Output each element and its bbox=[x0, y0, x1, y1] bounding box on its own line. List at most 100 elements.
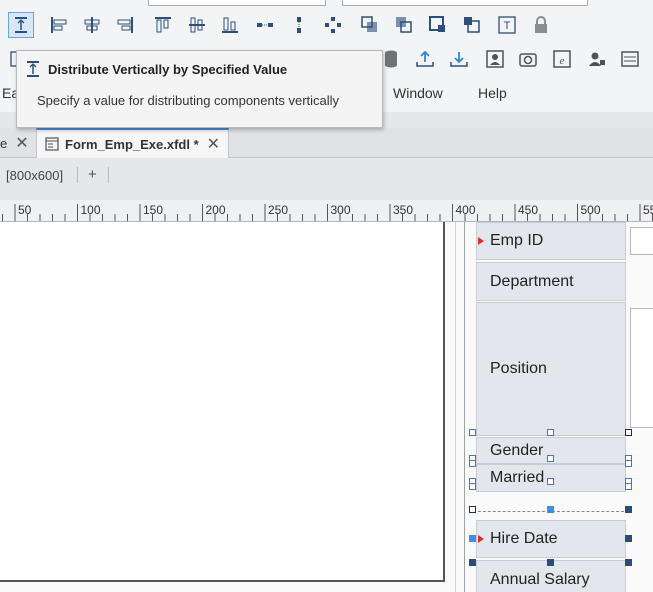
distribute-vertical-icon bbox=[297, 17, 301, 33]
send-backward-button[interactable] bbox=[459, 12, 485, 38]
user-settings-button[interactable] bbox=[584, 46, 610, 72]
toolbar-combo-left[interactable] bbox=[148, 0, 326, 6]
tab-previous[interactable]: e ✕ bbox=[0, 128, 33, 158]
lock-button[interactable] bbox=[528, 12, 554, 38]
selection-handle[interactable] bbox=[469, 460, 476, 467]
selection-handle[interactable] bbox=[625, 506, 632, 513]
ruler-label: 250 bbox=[268, 203, 288, 217]
selection-handle[interactable] bbox=[469, 559, 476, 566]
database-icon bbox=[385, 50, 397, 68]
guide-line bbox=[455, 222, 456, 592]
toolbar-row-1: T bbox=[0, 0, 653, 44]
tooltip-description: Specify a value for distributing compone… bbox=[37, 93, 340, 108]
distribute-vertical-value-icon bbox=[15, 17, 27, 33]
label-hire-date[interactable]: Hire Date bbox=[476, 520, 626, 558]
user-contact-button[interactable] bbox=[482, 46, 508, 72]
user-settings-icon bbox=[589, 52, 605, 66]
selection-handle[interactable] bbox=[547, 455, 554, 462]
bring-to-front-button[interactable] bbox=[357, 12, 383, 38]
download-button[interactable] bbox=[446, 46, 472, 72]
distribute-both-icon bbox=[325, 17, 341, 33]
bring-forward-icon bbox=[429, 16, 445, 32]
user-contact-icon bbox=[486, 50, 504, 68]
selection-handle[interactable] bbox=[469, 429, 476, 436]
label-emp-id[interactable]: Emp ID bbox=[476, 222, 626, 260]
distribute-vertical-button[interactable] bbox=[286, 12, 312, 38]
tab-label: Form_Emp_Exe.xfdl * bbox=[65, 136, 199, 152]
selection-handle[interactable] bbox=[547, 559, 554, 566]
web-browser-button[interactable]: e bbox=[549, 46, 575, 72]
ruler-label: 50 bbox=[18, 203, 32, 217]
align-left-icon bbox=[51, 17, 67, 33]
align-middle-button[interactable] bbox=[184, 12, 210, 38]
align-middle-icon bbox=[189, 17, 205, 33]
selection-handle[interactable] bbox=[547, 429, 554, 436]
field-label-text: Annual Salary bbox=[490, 571, 590, 588]
tab-form-emp-exe[interactable]: Form_Emp_Exe.xfdl * ✕ bbox=[36, 128, 229, 158]
menu-help[interactable]: Help bbox=[478, 85, 507, 101]
text-icon: T bbox=[498, 16, 516, 34]
distribute-horizontal-icon bbox=[257, 23, 273, 27]
align-top-icon bbox=[155, 17, 171, 33]
toolbar-combo-right[interactable] bbox=[342, 0, 588, 6]
web-browser-icon: e bbox=[553, 50, 571, 68]
align-center-horizontal-icon bbox=[84, 17, 100, 33]
camera-button[interactable] bbox=[515, 46, 541, 72]
distribute-vertical-value-button[interactable] bbox=[8, 12, 34, 38]
selection-handle[interactable] bbox=[625, 429, 632, 436]
tab-label: e bbox=[0, 135, 8, 151]
list-icon bbox=[621, 51, 639, 67]
required-marker bbox=[478, 237, 484, 245]
align-bottom-icon bbox=[222, 17, 238, 33]
selection-handle[interactable] bbox=[625, 483, 632, 490]
form-file-icon bbox=[45, 137, 59, 151]
screen-size-label[interactable]: [800x600] bbox=[6, 168, 63, 183]
add-screen-button[interactable]: + bbox=[88, 166, 97, 183]
ruler-label: 350 bbox=[393, 203, 413, 217]
label-position[interactable]: Position bbox=[476, 302, 626, 436]
editor-tab-strip: e ✕ Form_Emp_Exe.xfdl * ✕ bbox=[0, 128, 653, 158]
align-center-horizontal-button[interactable] bbox=[79, 12, 105, 38]
divider bbox=[77, 167, 78, 183]
upload-button[interactable] bbox=[412, 46, 438, 72]
selection-handle[interactable] bbox=[547, 478, 554, 485]
form-design-area[interactable] bbox=[0, 222, 445, 582]
selection-handle[interactable] bbox=[469, 535, 476, 542]
field-label-text: Married bbox=[490, 469, 545, 486]
label-department[interactable]: Department bbox=[476, 262, 626, 301]
field-label-text: Emp ID bbox=[490, 232, 544, 249]
align-right-button[interactable] bbox=[112, 12, 138, 38]
svg-text:T: T bbox=[504, 20, 511, 32]
field-label-text: Position bbox=[490, 360, 547, 377]
selection-handle[interactable] bbox=[469, 483, 476, 490]
ruler-label: 400 bbox=[456, 203, 476, 217]
distribute-horizontal-button[interactable] bbox=[252, 12, 278, 38]
ruler-label: 200 bbox=[206, 203, 226, 217]
distribute-both-button[interactable] bbox=[320, 12, 346, 38]
close-icon[interactable]: ✕ bbox=[15, 133, 28, 153]
send-to-back-icon bbox=[396, 17, 412, 33]
tooltip-popup: Distribute Vertically by Specified Value… bbox=[16, 50, 383, 128]
align-top-button[interactable] bbox=[150, 12, 176, 38]
position-textarea[interactable] bbox=[630, 308, 653, 428]
selection-handle[interactable] bbox=[625, 460, 632, 467]
field-label-text: Department bbox=[490, 272, 574, 290]
emp-id-input[interactable] bbox=[630, 227, 653, 255]
selection-handle[interactable] bbox=[625, 535, 632, 542]
selection-handle[interactable] bbox=[469, 506, 476, 513]
required-marker bbox=[478, 535, 484, 543]
ruler-label: 300 bbox=[331, 203, 351, 217]
list-button[interactable] bbox=[617, 46, 643, 72]
ruler-scale: 50 100 150 200 250 300 350 400 450 500 55 bbox=[2, 203, 653, 221]
bring-forward-button[interactable] bbox=[425, 12, 451, 38]
field-label-text: Gender bbox=[490, 441, 544, 459]
align-bottom-button[interactable] bbox=[217, 12, 243, 38]
bring-to-front-icon bbox=[361, 16, 377, 32]
menu-window[interactable]: Window bbox=[393, 85, 443, 101]
close-icon[interactable]: ✕ bbox=[207, 134, 220, 154]
selection-handle[interactable] bbox=[547, 506, 554, 513]
selection-handle[interactable] bbox=[625, 559, 632, 566]
text-button[interactable]: T bbox=[494, 12, 520, 38]
send-to-back-button[interactable] bbox=[391, 12, 417, 38]
align-left-button[interactable] bbox=[46, 12, 72, 38]
